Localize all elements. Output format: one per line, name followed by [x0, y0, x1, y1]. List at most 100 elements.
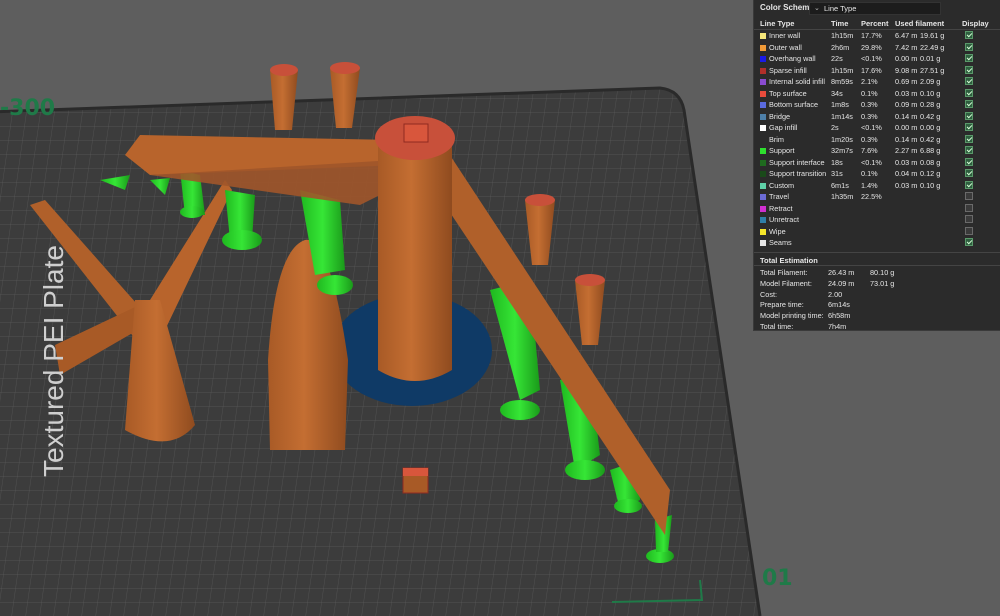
display-checkbox[interactable]: [965, 226, 973, 235]
row-length: 0.14 m: [895, 134, 918, 144]
printer-tag: -300: [0, 96, 56, 121]
color-scheme-label: Color Scheme: [760, 3, 814, 12]
central-cylinder: [378, 140, 452, 381]
row-time: 1h15m: [831, 65, 854, 75]
legend-row: Bottom surface 1m8s 0.3% 0.09 m 0.28 g: [754, 100, 1000, 112]
row-weight: 19.61 g: [920, 31, 945, 40]
row-length: 0.03 m: [895, 88, 918, 98]
display-checkbox[interactable]: [965, 180, 973, 189]
row-time: 2h6m: [831, 42, 850, 52]
display-checkbox[interactable]: [965, 157, 973, 166]
estimation-label: Prepare time:: [760, 300, 804, 310]
display-checkbox[interactable]: [965, 100, 973, 108]
estimation-value: 7h4m: [828, 322, 847, 331]
display-checkbox[interactable]: [965, 238, 973, 246]
row-percent: 17.6%: [861, 65, 882, 75]
color-swatch: [760, 182, 766, 189]
row-percent: 17.7%: [861, 31, 882, 40]
color-swatch: [760, 136, 766, 143]
row-percent: 2.1%: [861, 77, 878, 86]
row-percent: 0.3%: [861, 111, 878, 121]
row-weight: 0.42 g: [920, 111, 941, 121]
estimation-label: Cost:: [760, 289, 778, 299]
color-swatch: [760, 194, 766, 200]
legend-row: Outer wall 2h6m 29.8% 7.42 m 22.49 g: [754, 42, 1000, 55]
row-weight: 0.12 g: [920, 169, 941, 178]
display-checkbox[interactable]: [965, 65, 973, 74]
color-swatch: [760, 79, 766, 85]
row-name: Retract: [769, 203, 793, 213]
estimation-value-2: 73.01 g: [870, 278, 895, 288]
legend-row: Wipe: [754, 226, 1000, 239]
color-swatch: [760, 102, 766, 108]
row-name: Support transition: [769, 169, 827, 178]
row-time: 6m1s: [831, 180, 849, 190]
header-percent: Percent: [861, 19, 889, 28]
row-time: 18s: [831, 157, 843, 167]
display-checkbox[interactable]: [965, 123, 973, 131]
row-name: Support interface: [769, 157, 825, 167]
color-scheme-select[interactable]: ⌄ Line Type: [809, 2, 941, 15]
row-length: 0.09 m: [895, 100, 918, 109]
row-name: Inner wall: [769, 31, 801, 40]
plate-number[interactable]: 01: [762, 566, 793, 591]
display-checkbox[interactable]: [965, 169, 973, 177]
row-name: Wipe: [769, 226, 786, 236]
row-length: 0.69 m: [895, 77, 918, 86]
plate-name: Textured PEI Plate: [37, 245, 69, 477]
row-time: 1m8s: [831, 100, 849, 109]
legend-row: Custom 6m1s 1.4% 0.03 m 0.10 g: [754, 180, 1000, 193]
row-name: Seams: [769, 238, 792, 247]
row-weight: 0.00 g: [920, 123, 941, 132]
row-name: Internal solid infill: [769, 77, 825, 86]
estimation-value: 6h58m: [828, 311, 851, 321]
header-used-filament: Used filament: [895, 19, 945, 28]
estimation-value: 6m14s: [828, 300, 850, 310]
display-checkbox[interactable]: [965, 77, 973, 85]
color-swatch: [760, 148, 766, 154]
row-percent: 0.3%: [861, 100, 878, 109]
legend-row: Seams: [754, 238, 1000, 250]
row-name: Top surface: [769, 88, 807, 98]
total-estimation-title: Total Estimation: [760, 256, 818, 265]
legend-row: Support transition 31s 0.1% 0.04 m 0.12 g: [754, 169, 1000, 181]
color-swatch: [760, 205, 766, 212]
row-name: Travel: [769, 192, 790, 201]
row-time: 1h35m: [831, 192, 854, 201]
row-length: 2.27 m: [895, 146, 918, 155]
legend-row: Support 32m7s 7.6% 2.27 m 6.88 g: [754, 146, 1000, 158]
row-weight: 27.51 g: [920, 65, 945, 75]
row-name: Sparse infill: [769, 65, 807, 75]
display-checkbox[interactable]: [965, 31, 973, 39]
legend-row: Brim 1m20s 0.3% 0.14 m 0.42 g: [754, 134, 1000, 147]
header-time: Time: [831, 19, 849, 28]
row-time: 1h15m: [831, 31, 854, 40]
legend-row: Retract: [754, 203, 1000, 216]
legend-panel: Color Scheme ⌄ Line Type Line Type Time …: [753, 0, 1000, 331]
header-line-type: Line Type: [760, 19, 795, 28]
display-checkbox[interactable]: [965, 215, 973, 223]
display-checkbox[interactable]: [965, 42, 973, 51]
estimation-label: Model Filament:: [760, 278, 812, 288]
row-percent: 1.4%: [861, 180, 878, 190]
row-length: 0.00 m: [895, 123, 918, 132]
color-scheme-value: Line Type: [824, 4, 857, 13]
row-length: 0.03 m: [895, 157, 918, 167]
row-weight: 0.10 g: [920, 180, 941, 190]
display-checkbox[interactable]: [965, 134, 973, 143]
row-weight: 2.09 g: [920, 77, 941, 86]
estimation-label: Total Filament:: [760, 268, 808, 277]
display-checkbox[interactable]: [965, 111, 973, 120]
row-percent: 29.8%: [861, 42, 882, 52]
row-percent: 0.1%: [861, 169, 878, 178]
color-swatch: [760, 171, 766, 177]
color-swatch: [760, 90, 766, 97]
estimation-value: 2.00: [828, 289, 843, 299]
display-checkbox[interactable]: [965, 54, 973, 62]
estimation-value: 26.43 m: [828, 268, 855, 277]
display-checkbox[interactable]: [965, 88, 973, 97]
display-checkbox[interactable]: [965, 192, 973, 200]
display-checkbox[interactable]: [965, 146, 973, 154]
chevron-down-icon: ⌄: [814, 5, 820, 12]
display-checkbox[interactable]: [965, 203, 973, 212]
